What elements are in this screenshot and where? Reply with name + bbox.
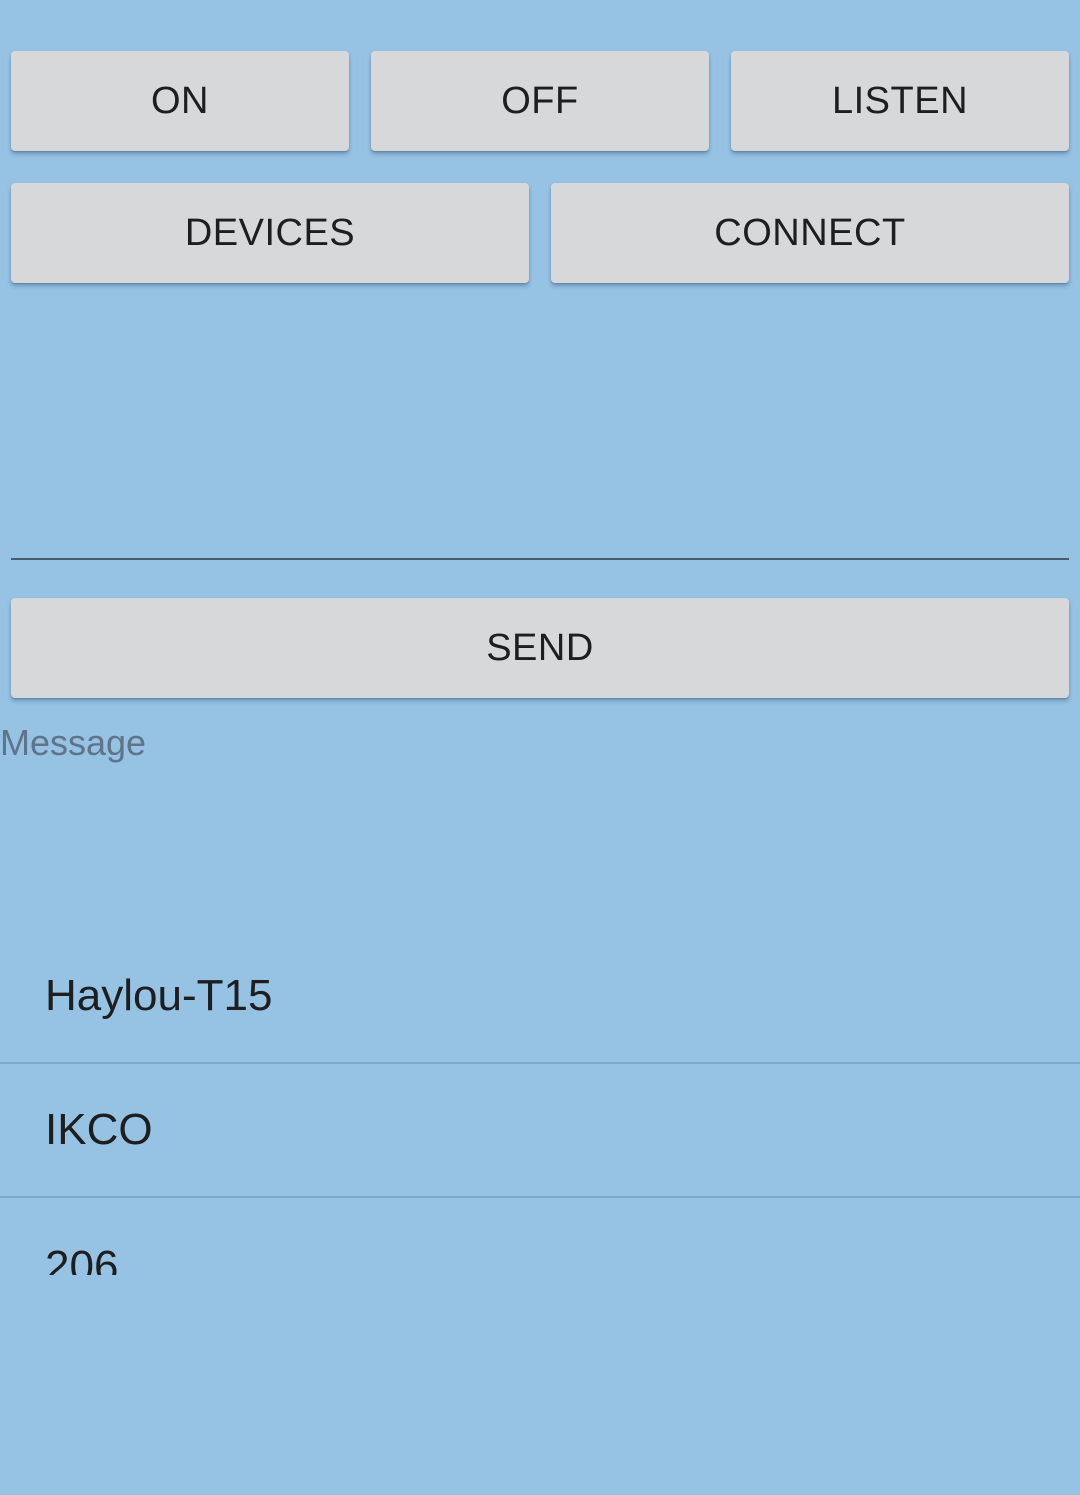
device-name: Haylou-T15 — [45, 971, 273, 1020]
device-name: IKCO — [45, 1105, 153, 1154]
send-button[interactable]: SEND — [11, 598, 1069, 698]
devices-button[interactable]: DEVICES — [11, 183, 529, 283]
bluetooth-app-screen: ON OFF LISTEN DEVICES CONNECT SEND Messa… — [0, 0, 1080, 1495]
list-item[interactable]: 206 — [0, 1198, 1080, 1275]
on-button[interactable]: ON — [11, 51, 349, 151]
off-button[interactable]: OFF — [371, 51, 709, 151]
listen-button[interactable]: LISTEN — [731, 51, 1069, 151]
received-message-text: Message — [0, 722, 147, 763]
list-item[interactable]: IKCO — [0, 1064, 1080, 1198]
message-input[interactable] — [11, 470, 1069, 560]
connect-button[interactable]: CONNECT — [551, 183, 1069, 283]
paired-devices-list[interactable]: Haylou-T15 IKCO 206 — [0, 930, 1080, 1275]
device-name: 206 — [45, 1242, 119, 1275]
list-item[interactable]: Haylou-T15 — [0, 930, 1080, 1064]
